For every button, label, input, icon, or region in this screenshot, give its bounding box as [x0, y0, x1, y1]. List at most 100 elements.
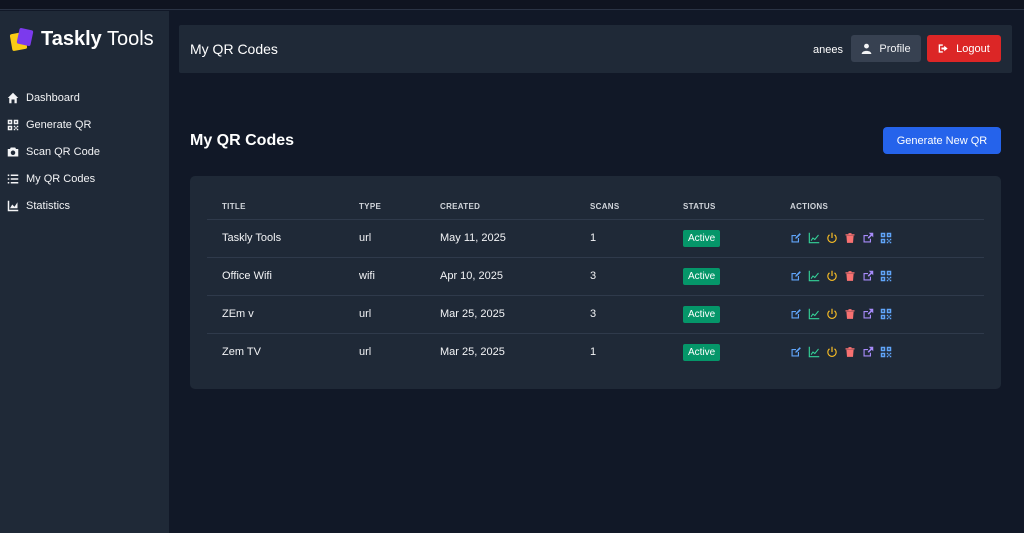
power-icon[interactable]: [826, 346, 838, 358]
external-link-icon[interactable]: [862, 270, 874, 282]
row-actions: [790, 270, 984, 282]
trash-icon[interactable]: [844, 346, 856, 358]
cell-actions: [775, 333, 984, 371]
stats-icon[interactable]: [808, 232, 820, 244]
qr-codes-card: TITLE TYPE CREATED SCANS STATUS ACTIONS …: [190, 176, 1001, 389]
cell-actions: [775, 295, 984, 334]
trash-icon[interactable]: [844, 270, 856, 282]
cell-title: Taskly Tools: [207, 219, 344, 258]
sidebar-item-label: Statistics: [26, 199, 71, 212]
table-row: Office Wifi wifi Apr 10, 2025 3 Active: [207, 257, 984, 296]
power-icon[interactable]: [826, 308, 838, 320]
cell-status: Active: [668, 257, 775, 296]
row-actions: [790, 232, 984, 244]
sidebar: Taskly Tools Dashboard Generate QR Scan …: [0, 11, 169, 533]
cell-title: Office Wifi: [207, 257, 344, 296]
status-badge: Active: [683, 267, 721, 285]
cell-status: Active: [668, 295, 775, 334]
trash-icon[interactable]: [844, 308, 856, 320]
profile-button-label: Profile: [879, 42, 911, 55]
window-top-bar: [0, 0, 1024, 10]
column-header-title: TITLE: [207, 194, 344, 220]
external-link-icon[interactable]: [862, 232, 874, 244]
external-link-icon[interactable]: [862, 308, 874, 320]
sidebar-item-label: Scan QR Code: [26, 145, 100, 158]
table-row: Taskly Tools url May 11, 2025 1 Active: [207, 219, 984, 258]
logo-icon: [9, 27, 34, 51]
cell-created: Mar 25, 2025: [440, 346, 505, 359]
cell-created: Mar 25, 2025: [425, 295, 575, 334]
header-title: My QR Codes: [190, 41, 278, 57]
cell-scans: 3: [575, 257, 668, 296]
table-row: Zem TV url Mar 25, 2025 1 Active: [207, 333, 984, 371]
column-header-type: TYPE: [344, 194, 425, 220]
brand-name-light: Tools: [106, 28, 154, 50]
status-badge: Active: [683, 229, 721, 247]
qrcode-icon[interactable]: [880, 232, 892, 244]
power-icon[interactable]: [826, 270, 838, 282]
logout-button[interactable]: Logout: [927, 35, 1001, 62]
list-icon: [6, 172, 20, 186]
logout-button-label: Logout: [956, 42, 990, 55]
qrcode-icon: [6, 118, 20, 132]
power-icon[interactable]: [826, 232, 838, 244]
cell-type: url: [344, 295, 425, 334]
edit-icon[interactable]: [790, 232, 802, 244]
brand-name-bold: Taskly: [41, 28, 102, 50]
edit-icon[interactable]: [790, 346, 802, 358]
trash-icon[interactable]: [844, 232, 856, 244]
sidebar-item-generate-qr[interactable]: Generate QR: [0, 111, 169, 138]
sidebar-item-statistics[interactable]: Statistics: [0, 192, 169, 219]
column-header-actions: ACTIONS: [775, 194, 984, 220]
edit-icon[interactable]: [790, 308, 802, 320]
brand[interactable]: Taskly Tools: [9, 27, 154, 51]
status-badge: Active: [683, 305, 721, 323]
sidebar-item-scan-qr[interactable]: Scan QR Code: [0, 138, 169, 165]
cell-status: Active: [668, 333, 775, 371]
cell-actions: [775, 257, 984, 296]
cell-scans: 1: [590, 346, 597, 359]
page-title: My QR Codes: [190, 132, 295, 149]
table-header-row: TITLE TYPE CREATED SCANS STATUS ACTIONS: [207, 194, 984, 220]
cell-scans: 1: [575, 219, 668, 258]
status-badge: Active: [683, 343, 721, 361]
generate-new-qr-button[interactable]: Generate New QR: [883, 127, 1001, 154]
row-actions: [790, 308, 984, 320]
cell-title: ZEm v: [207, 295, 344, 334]
cell-created: Apr 10, 2025: [425, 257, 575, 296]
home-icon: [6, 91, 20, 105]
column-header-created: CREATED: [425, 194, 575, 220]
sidebar-item-my-qr-codes[interactable]: My QR Codes: [0, 165, 169, 192]
cell-status: Active: [668, 219, 775, 258]
qrcode-icon[interactable]: [880, 270, 892, 282]
stats-icon[interactable]: [808, 308, 820, 320]
cell-type: wifi: [344, 257, 425, 296]
cell-title: Zem TV: [222, 346, 261, 359]
external-link-icon[interactable]: [862, 346, 874, 358]
username: anees: [813, 44, 843, 56]
camera-icon: [6, 145, 20, 159]
column-header-status: STATUS: [668, 194, 775, 220]
cell-actions: [775, 219, 984, 258]
stats-icon[interactable]: [808, 346, 820, 358]
profile-button[interactable]: Profile: [851, 35, 921, 62]
sidebar-nav: Dashboard Generate QR Scan QR Code My QR…: [0, 84, 169, 219]
sidebar-item-dashboard[interactable]: Dashboard: [0, 84, 169, 111]
edit-icon[interactable]: [790, 270, 802, 282]
cell-type: url: [359, 346, 372, 359]
qr-codes-table: TITLE TYPE CREATED SCANS STATUS ACTIONS …: [207, 194, 984, 371]
sidebar-item-label: My QR Codes: [26, 172, 96, 185]
logout-icon: [938, 44, 948, 53]
brand-name: Taskly Tools: [41, 28, 154, 51]
cell-created: May 11, 2025: [425, 219, 575, 258]
stats-icon[interactable]: [808, 270, 820, 282]
row-actions: [790, 346, 984, 358]
chart-area-icon: [6, 199, 20, 213]
user-icon: [862, 43, 872, 54]
cell-scans: 3: [575, 295, 668, 334]
column-header-scans: SCANS: [575, 194, 668, 220]
qrcode-icon[interactable]: [880, 346, 892, 358]
sidebar-item-label: Dashboard: [26, 91, 80, 104]
qrcode-icon[interactable]: [880, 308, 892, 320]
cell-type: url: [344, 219, 425, 258]
